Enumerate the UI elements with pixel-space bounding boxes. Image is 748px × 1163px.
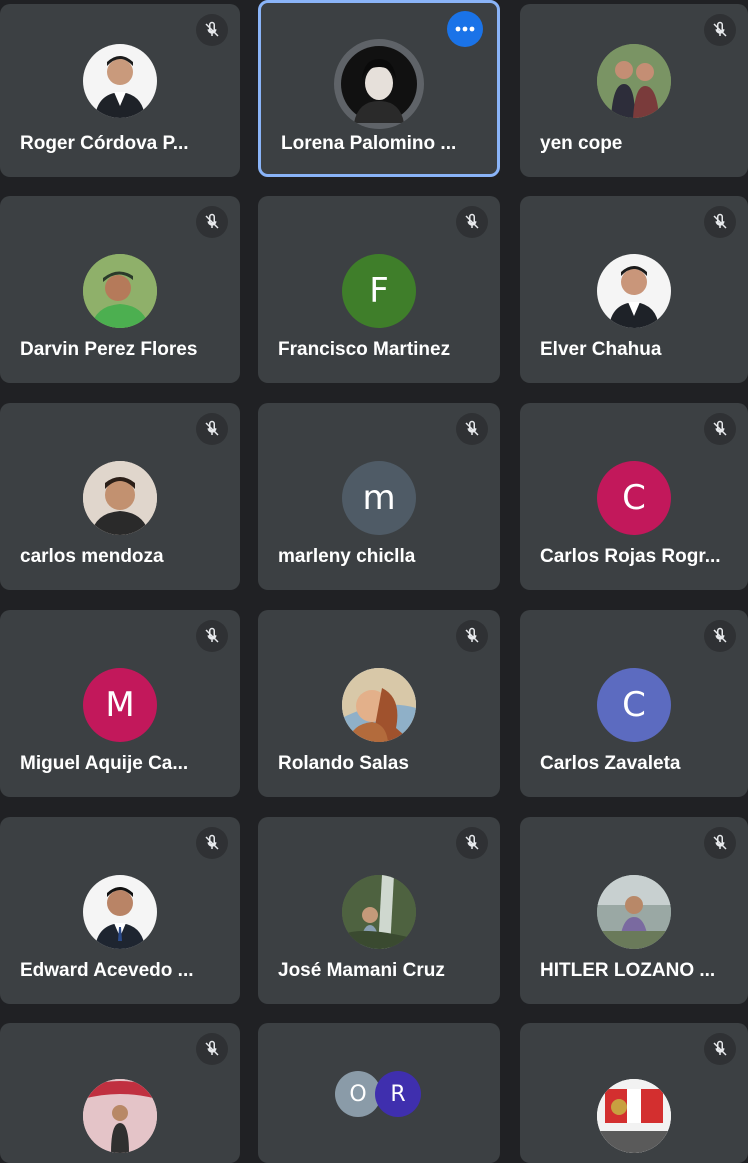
- avatar-photo: [597, 44, 671, 118]
- mic-off-icon: [704, 1033, 736, 1065]
- more-options-icon[interactable]: [447, 11, 483, 47]
- avatar-letter: C: [597, 668, 671, 742]
- mic-off-icon: [704, 827, 736, 859]
- participant-tile[interactable]: Darvin Perez Flores: [0, 196, 240, 383]
- mic-off-icon: [704, 620, 736, 652]
- mic-off-icon: [704, 413, 736, 445]
- participant-tile[interactable]: F Francisco Martinez: [258, 196, 500, 383]
- participant-name: Carlos Zavaleta: [540, 753, 681, 774]
- avatar-group: O R: [335, 1071, 423, 1119]
- avatar-letter-text: C: [622, 685, 646, 725]
- participant-tile-active[interactable]: Lorena Palomino ...: [258, 0, 500, 177]
- avatar-photo: [597, 254, 671, 328]
- avatar-letter-text: m: [362, 478, 396, 518]
- avatar-letter-text: M: [105, 685, 135, 725]
- mic-off-icon: [704, 206, 736, 238]
- participant-tile[interactable]: [520, 1023, 748, 1163]
- mic-off-icon: [196, 206, 228, 238]
- participant-tile[interactable]: yen cope: [520, 4, 748, 177]
- avatar-letter: F: [342, 254, 416, 328]
- participant-tile[interactable]: Edward Acevedo ...: [0, 817, 240, 1004]
- mic-off-icon: [456, 620, 488, 652]
- avatar-letter-text: F: [369, 271, 389, 311]
- avatar-letter-text: R: [390, 1081, 406, 1107]
- avatar-photo: [83, 461, 157, 535]
- mic-off-icon: [196, 413, 228, 445]
- avatar-photo: [83, 44, 157, 118]
- participant-name: HITLER LOZANO ...: [540, 960, 716, 981]
- participant-name: José Mamani Cruz: [278, 960, 445, 981]
- avatar-letter-text: C: [622, 478, 646, 518]
- participant-name: Rolando Salas: [278, 753, 409, 774]
- participant-tile[interactable]: José Mamani Cruz: [258, 817, 500, 1004]
- avatar-photo: [334, 39, 424, 129]
- mic-off-icon: [704, 14, 736, 46]
- mic-off-icon: [196, 14, 228, 46]
- participant-tile[interactable]: Rolando Salas: [258, 610, 500, 797]
- participant-tile[interactable]: C Carlos Rojas Rogr...: [520, 403, 748, 590]
- participant-tile[interactable]: C Carlos Zavaleta: [520, 610, 748, 797]
- participant-name: carlos mendoza: [20, 546, 164, 567]
- avatar-photo: [83, 875, 157, 949]
- participant-name: Miguel Aquije Ca...: [20, 753, 189, 774]
- avatar-photo: [83, 1079, 157, 1153]
- mic-off-icon: [456, 413, 488, 445]
- participant-name: Darvin Perez Flores: [20, 339, 198, 360]
- mic-off-icon: [196, 620, 228, 652]
- participant-name: yen cope: [540, 133, 623, 154]
- participant-tile-group[interactable]: O R: [258, 1023, 500, 1163]
- avatar-letter-text: O: [349, 1081, 367, 1107]
- participant-tile[interactable]: Roger Córdova P...: [0, 4, 240, 177]
- mic-off-icon: [196, 827, 228, 859]
- avatar-photo: [342, 668, 416, 742]
- avatar-logo: [597, 1079, 671, 1153]
- mic-off-icon: [456, 206, 488, 238]
- participant-name: Elver Chahua: [540, 339, 662, 360]
- avatar-photo: [83, 254, 157, 328]
- avatar-photo: [597, 875, 671, 949]
- avatar-letter-r: R: [375, 1071, 421, 1117]
- participant-name: Lorena Palomino ...: [281, 133, 457, 154]
- participant-name: Edward Acevedo ...: [20, 960, 194, 981]
- participant-name: Carlos Rojas Rogr...: [540, 546, 721, 567]
- participant-name: marleny chiclla: [278, 546, 416, 567]
- mic-off-icon: [456, 827, 488, 859]
- participant-name: Roger Córdova P...: [20, 133, 189, 154]
- participant-tile[interactable]: m marleny chiclla: [258, 403, 500, 590]
- participant-name: Francisco Martinez: [278, 339, 451, 360]
- participant-tile[interactable]: HITLER LOZANO ...: [520, 817, 748, 1004]
- avatar-letter: M: [83, 668, 157, 742]
- participant-tile[interactable]: carlos mendoza: [0, 403, 240, 590]
- avatar-photo: [342, 875, 416, 949]
- avatar-letter: m: [342, 461, 416, 535]
- mic-off-icon: [196, 1033, 228, 1065]
- participant-tile[interactable]: [0, 1023, 240, 1163]
- participant-tile[interactable]: Elver Chahua: [520, 196, 748, 383]
- avatar-letter: C: [597, 461, 671, 535]
- participant-tile[interactable]: M Miguel Aquije Ca...: [0, 610, 240, 797]
